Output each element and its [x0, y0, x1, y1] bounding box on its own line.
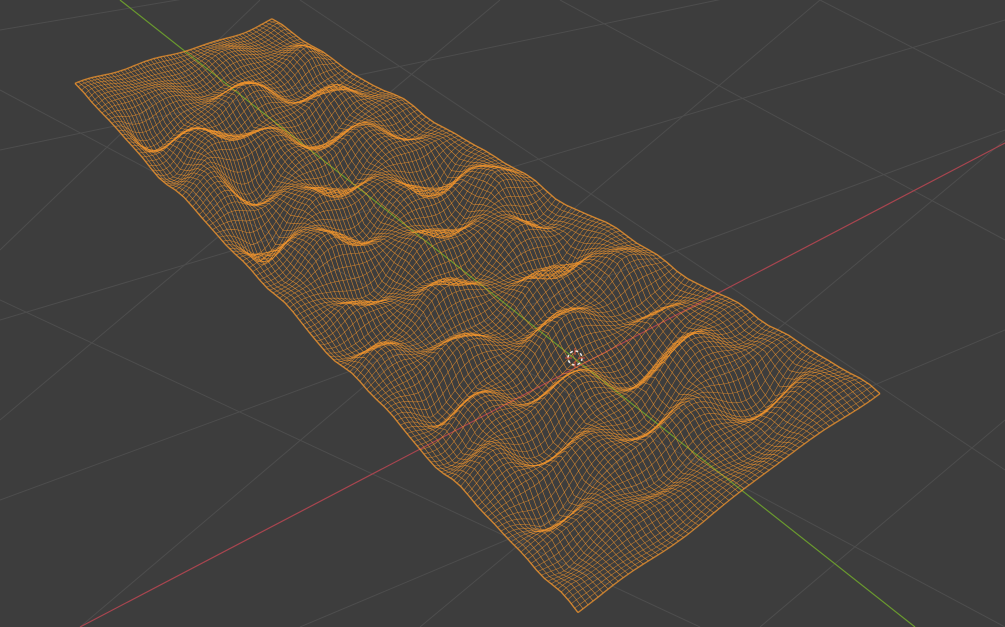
- 3d-viewport[interactable]: [0, 0, 1005, 627]
- mesh-edge-line: [447, 294, 723, 477]
- mesh-edge-line: [162, 86, 378, 183]
- mesh-edge-line: [156, 57, 704, 522]
- mesh-edge-line: [534, 359, 828, 568]
- mesh-edge-line: [140, 62, 679, 542]
- mesh-edge-line: [567, 382, 868, 600]
- mesh-edge-line: [150, 59, 694, 530]
- grid-line: [759, 419, 1005, 627]
- mesh-edge-line: [130, 66, 664, 552]
- mesh-edge-line: [84, 79, 594, 602]
- grid-line: [819, 0, 1005, 96]
- grid-line: [559, 0, 1005, 241]
- mesh-edge-line: [196, 47, 765, 475]
- mesh-edge-line: [229, 37, 815, 437]
- mesh-edge-line: [232, 36, 820, 434]
- mesh-edge-line: [500, 333, 787, 532]
- viewport-canvas[interactable]: [0, 0, 1005, 627]
- mesh-edge-line: [406, 267, 674, 434]
- mesh-edge-line: [160, 56, 710, 518]
- mesh-edge-line: [557, 375, 856, 590]
- grid-line: [0, 299, 701, 627]
- mesh-edge-line: [554, 373, 852, 587]
- mesh-edge-line: [120, 70, 649, 562]
- mesh-edge-line: [413, 274, 682, 442]
- mesh-edge-line: [369, 237, 629, 394]
- grid-line: [0, 0, 261, 251]
- grid-line: [0, 129, 1005, 501]
- grid-line: [0, 0, 181, 31]
- mesh-edge-line: [490, 328, 775, 521]
- mesh-edge-line: [410, 271, 678, 438]
- mesh-edge-line: [81, 22, 281, 91]
- grid-line: [0, 89, 1005, 627]
